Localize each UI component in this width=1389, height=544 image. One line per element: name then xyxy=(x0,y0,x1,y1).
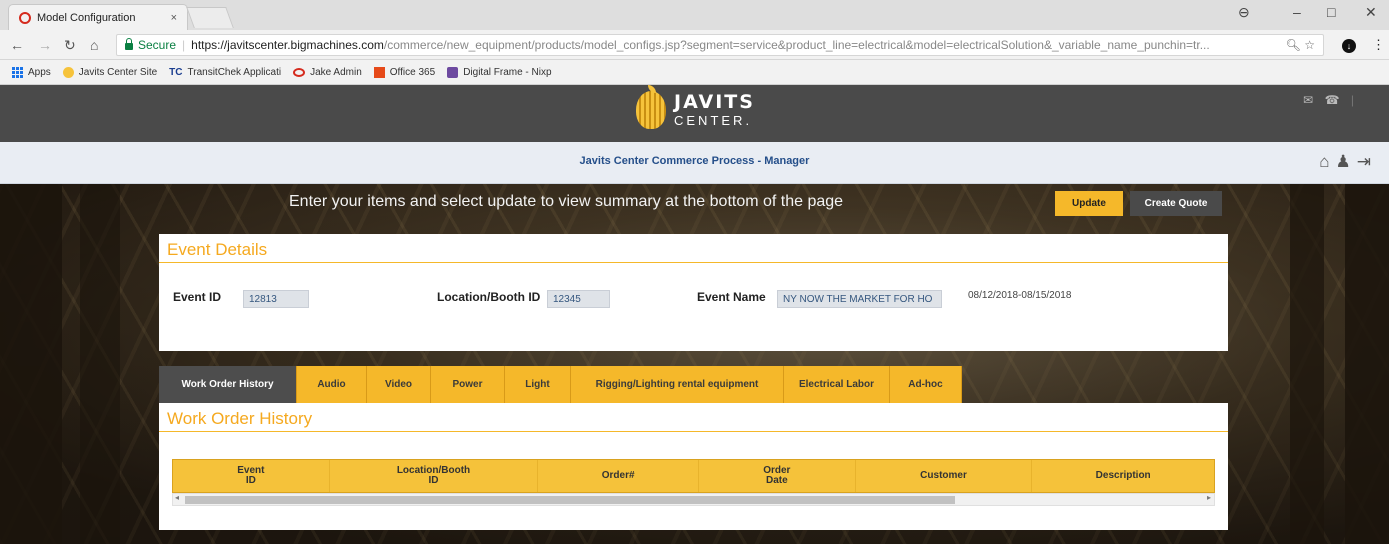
close-window-icon[interactable]: ✕ xyxy=(1365,4,1377,21)
work-order-table-header: Event ID Location/Booth ID Order# Order Dat… xyxy=(172,459,1215,493)
bookmark-label: TransitChek Applicati xyxy=(187,66,282,78)
zoom-star-icons[interactable]: 🔍︎ ☆ xyxy=(1286,38,1315,52)
logo-line1: JAVITS xyxy=(674,91,755,113)
tab-electrical-labor[interactable]: Electrical Labor xyxy=(784,366,890,403)
bg-pillar xyxy=(1290,184,1324,544)
product-tabs: Work Order History Audio Video Power Lig… xyxy=(159,366,962,403)
work-order-history-panel: Work Order History Event ID Location/Boot… xyxy=(159,403,1228,530)
event-details-panel: Event Details Event ID 12813 Location/Bo… xyxy=(159,234,1228,351)
create-quote-button[interactable]: Create Quote xyxy=(1130,191,1222,216)
content-area: Enter your items and select update to vi… xyxy=(0,184,1389,544)
instruction-text: Enter your items and select update to vi… xyxy=(289,193,844,210)
process-subheader: Javits Center Commerce Process - Manager… xyxy=(0,142,1389,184)
bookmark-label: Office 365 xyxy=(389,66,436,78)
bg-pillar xyxy=(0,184,62,544)
user-settings-icon[interactable]: ♟ xyxy=(1336,152,1357,171)
location-booth-label: Location/Booth ID xyxy=(437,290,541,304)
bookmark-apps[interactable]: Apps xyxy=(12,66,51,78)
location-booth-field[interactable]: 12345 xyxy=(547,290,610,308)
apple-logo-icon xyxy=(636,85,666,129)
column-header-location-booth-id[interactable]: Location/Booth ID xyxy=(330,460,539,492)
browser-tabbar: Model Configuration × ⊖ – □ ✕ xyxy=(0,0,1389,30)
tab-ad-hoc[interactable]: Ad-hoc xyxy=(890,366,962,403)
scrollbar-thumb[interactable] xyxy=(185,496,955,504)
column-header-order-date[interactable]: Order Date xyxy=(699,460,856,492)
phone-icon[interactable]: ☎ xyxy=(1325,93,1340,107)
event-id-label: Event ID xyxy=(173,290,222,304)
browser-tab-title: Model Configuration xyxy=(37,11,136,24)
event-name-label: Event Name xyxy=(697,290,766,304)
frame-icon xyxy=(447,66,459,78)
bg-pillar xyxy=(80,184,120,544)
logo-line2: CENTER. xyxy=(674,113,753,128)
bookmark-transitchek[interactable]: TC TransitChek Applicati xyxy=(169,67,281,78)
column-header-description[interactable]: Description xyxy=(1032,460,1214,492)
work-order-history-title: Work Order History xyxy=(159,403,1228,432)
mail-icon[interactable]: ✉ xyxy=(1303,93,1313,107)
site-header: JAVITS CENTER. ✉ ☎ | xyxy=(0,85,1389,142)
scroll-left-icon[interactable]: ◂ xyxy=(175,493,179,502)
apps-icon xyxy=(12,66,23,78)
update-button[interactable]: Update xyxy=(1055,191,1123,216)
event-details-title: Event Details xyxy=(159,234,1228,263)
column-header-event-id[interactable]: Event ID xyxy=(173,460,330,492)
bookmark-label: Javits Center Site xyxy=(78,66,158,78)
minimize-icon[interactable]: – xyxy=(1293,4,1301,20)
new-tab-button[interactable] xyxy=(186,7,234,28)
column-header-order-number[interactable]: Order# xyxy=(538,460,699,492)
bookmark-office365[interactable]: Office 365 xyxy=(373,66,436,78)
back-icon[interactable]: ← xyxy=(10,37,24,53)
office-icon xyxy=(373,66,385,78)
bookmark-label: Apps xyxy=(28,66,51,78)
javits-favicon-icon xyxy=(62,66,74,78)
subheader-icons: ⌂♟⇥ xyxy=(1319,152,1377,172)
tab-rigging-lighting[interactable]: Rigging/Lighting rental equipment xyxy=(571,366,784,403)
bookmark-javits[interactable]: Javits Center Site xyxy=(62,66,158,78)
event-name-field[interactable]: NY NOW THE MARKET FOR HO xyxy=(777,290,942,308)
restore-icon[interactable]: □ xyxy=(1327,4,1335,20)
browser-tab[interactable]: Model Configuration × xyxy=(8,4,188,30)
tab-video[interactable]: Video xyxy=(367,366,431,403)
oracle-favicon-icon xyxy=(19,11,31,24)
url-host: https://javitscenter.bigmachines.com xyxy=(191,38,384,52)
bookmarks-bar: Apps Javits Center Site TC TransitChek A… xyxy=(0,60,1389,85)
tab-audio[interactable]: Audio xyxy=(297,366,367,403)
bg-pillar xyxy=(1345,184,1389,544)
forward-icon[interactable]: → xyxy=(38,37,52,53)
address-bar[interactable]: Secure | https://javitscenter.bigmachine… xyxy=(116,34,1324,56)
lock-icon xyxy=(125,37,133,50)
menu-icon[interactable]: ⋮ xyxy=(1372,37,1385,53)
home-icon[interactable]: ⌂ xyxy=(1319,152,1335,171)
divider: | xyxy=(1350,93,1354,107)
home-icon[interactable]: ⌂ xyxy=(90,37,98,53)
extension-icon[interactable]: ↓ xyxy=(1342,37,1356,53)
bookmark-digital-frame[interactable]: Digital Frame - Nixp xyxy=(447,66,552,78)
event-id-field[interactable]: 12813 xyxy=(243,290,309,308)
secure-label: Secure xyxy=(138,38,177,52)
header-contact-icons: ✉ ☎ | xyxy=(1303,93,1354,107)
tc-icon: TC xyxy=(169,66,183,78)
horizontal-scrollbar[interactable]: ◂ ▸ xyxy=(172,493,1215,506)
tab-light[interactable]: Light xyxy=(505,366,571,403)
profile-icon[interactable]: ⊖ xyxy=(1238,4,1250,21)
bookmark-label: Jake Admin xyxy=(310,66,362,78)
browser-toolbar: ← → ↻ ⌂ Secure | https://javitscenter.bi… xyxy=(0,30,1389,60)
url-separator: | xyxy=(182,38,186,52)
bookmark-label: Digital Frame - Nixp xyxy=(463,66,552,78)
column-header-customer[interactable]: Customer xyxy=(856,460,1033,492)
javits-logo[interactable]: JAVITS CENTER. xyxy=(636,85,755,129)
process-title: Javits Center Commerce Process - Manager xyxy=(579,155,810,167)
url-path: /commerce/new_equipment/products/model_c… xyxy=(383,38,1210,52)
tab-power[interactable]: Power xyxy=(431,366,505,403)
bookmark-jake-admin[interactable]: Jake Admin xyxy=(293,67,362,78)
reload-icon[interactable]: ↻ xyxy=(64,37,76,54)
tab-work-order-history[interactable]: Work Order History xyxy=(159,366,297,403)
event-date-range: 08/12/2018-08/15/2018 xyxy=(968,290,1072,301)
oracle-icon xyxy=(293,67,306,77)
scroll-right-icon[interactable]: ▸ xyxy=(1207,493,1211,502)
logout-icon[interactable]: ⇥ xyxy=(1357,152,1377,171)
tab-close-icon[interactable]: × xyxy=(171,12,177,24)
